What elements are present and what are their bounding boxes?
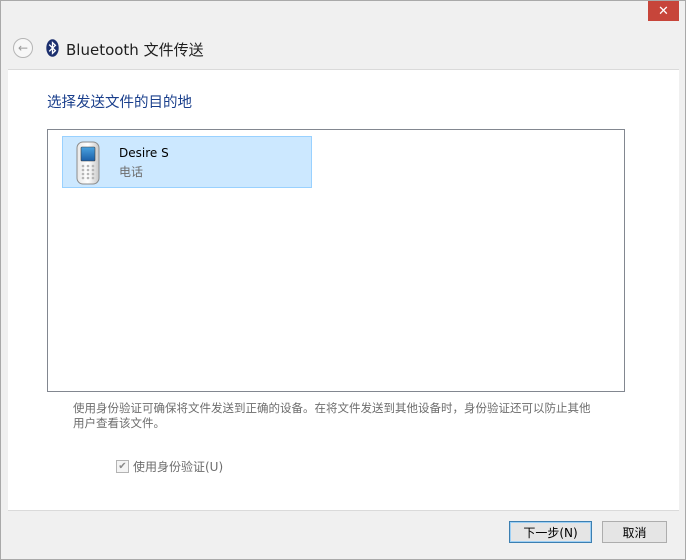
auth-checkbox[interactable]: ✔	[116, 460, 129, 473]
device-list[interactable]: Desire S 电话	[47, 129, 625, 392]
device-item-desire-s[interactable]: Desire S 电话	[62, 136, 312, 188]
auth-checkbox-row[interactable]: ✔ 使用身份验证(U)	[116, 458, 223, 475]
bluetooth-icon	[46, 39, 59, 57]
window-title: Bluetooth 文件传送	[66, 41, 204, 59]
auth-description: 使用身份验证可确保将文件发送到正确的设备。在将文件发送到其他设备时，身份验证还可…	[73, 401, 591, 430]
auth-checkbox-label: 使用身份验证(U)	[133, 460, 224, 474]
bluetooth-wizard-window: ✕ ← Bluetooth 文件传送 选择发送文件的目的地 Desire S 电…	[0, 0, 686, 560]
close-icon: ✕	[658, 3, 669, 19]
close-button[interactable]: ✕	[648, 1, 679, 21]
next-button[interactable]: 下一步(N)	[509, 521, 592, 543]
device-type: 电话	[119, 165, 144, 179]
cancel-button[interactable]: 取消	[602, 521, 667, 543]
device-name: Desire S	[119, 146, 169, 160]
wizard-header: ← Bluetooth 文件传送	[1, 25, 685, 69]
checkmark-icon: ✔	[118, 460, 127, 472]
main-instruction: 选择发送文件的目的地	[47, 95, 192, 111]
wizard-content: 选择发送文件的目的地 Desire S 电话 使用身份验证可确保将文件发送到正确…	[8, 69, 679, 511]
back-arrow-icon: ←	[17, 41, 29, 55]
phone-icon	[76, 141, 100, 185]
back-button[interactable]: ←	[13, 38, 33, 58]
